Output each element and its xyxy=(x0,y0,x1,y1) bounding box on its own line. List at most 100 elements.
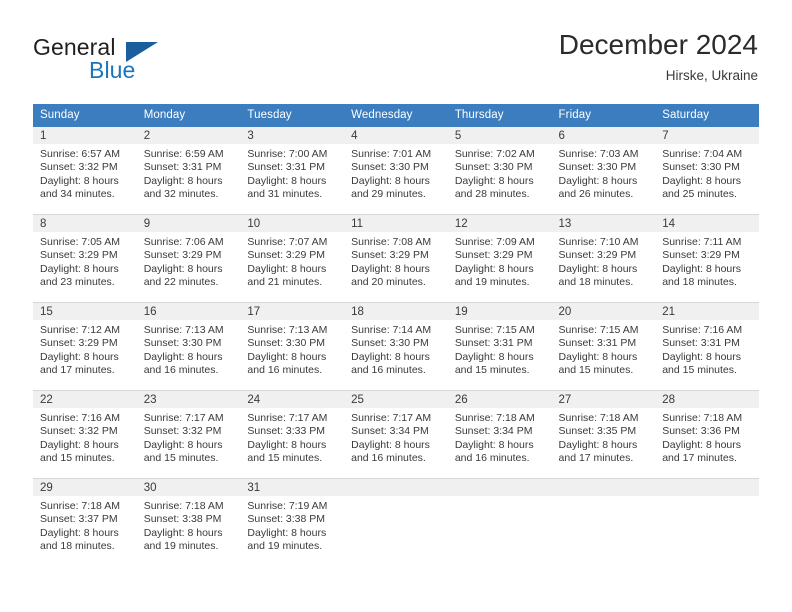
sunset-text: Sunset: 3:35 PM xyxy=(558,425,637,438)
daylight-text-line2: and 17 minutes. xyxy=(662,451,737,464)
day-details: Sunrise: 7:10 AM Sunset: 3:29 PM Daylight:… xyxy=(552,232,656,289)
weekday-header-monday: Monday xyxy=(136,104,241,127)
calendar-day-cell[interactable]: 5 Sunrise: 7:02 AM Sunset: 3:30 PM Daylight… xyxy=(447,127,552,205)
calendar-day-cell[interactable]: 15 Sunrise: 7:12 AM Sunset: 3:29 PM Dayligh… xyxy=(33,302,137,381)
sunset-text: Sunset: 3:29 PM xyxy=(40,249,118,262)
calendar-day-cell[interactable]: 12 Sunrise: 7:09 AM Sunset: 3:29 PM Dayligh… xyxy=(447,214,552,293)
calendar-day-cell[interactable]: 8 Sunrise: 7:05 AM Sunset: 3:29 PM Daylight… xyxy=(33,214,137,293)
daylight-text-line2: and 34 minutes. xyxy=(40,187,115,200)
calendar-day-cell[interactable]: 7 Sunrise: 7:04 AM Sunset: 3:30 PM Daylight… xyxy=(655,127,759,205)
page-title: December 2024 xyxy=(558,29,758,60)
weekday-header-friday: Friday xyxy=(551,104,656,127)
day-details: Sunrise: 7:02 AM Sunset: 3:30 PM Daylight:… xyxy=(448,144,552,201)
day-details: Sunrise: 7:16 AM Sunset: 3:31 PM Daylight:… xyxy=(655,320,759,377)
daylight-text-line2: and 31 minutes. xyxy=(247,187,323,200)
daylight-text-line2: and 28 minutes. xyxy=(454,187,530,200)
daylight-text-line2: and 32 minutes. xyxy=(143,187,219,200)
calendar-day-cell[interactable]: 10 Sunrise: 7:07 AM Sunset: 3:29 PM Dayligh… xyxy=(240,214,345,293)
sunset-text: Sunset: 3:29 PM xyxy=(351,249,429,262)
sunset-text: Sunset: 3:32 PM xyxy=(143,425,222,438)
week-spacer-cell xyxy=(136,293,241,303)
calendar-week-row: 29 Sunrise: 7:18 AM Sunset: 3:37 PM Dayligh… xyxy=(33,478,759,557)
calendar-day-cell[interactable]: 21 Sunrise: 7:16 AM Sunset: 3:31 PM Dayligh… xyxy=(655,302,759,381)
daylight-text-line1: Daylight: 8 hours xyxy=(40,526,119,539)
daylight-text-line1: Daylight: 8 hours xyxy=(40,262,119,275)
calendar-week-row: 15 Sunrise: 7:12 AM Sunset: 3:29 PM Dayligh… xyxy=(33,302,759,381)
calendar-day-cell[interactable]: 11 Sunrise: 7:08 AM Sunset: 3:29 PM Dayligh… xyxy=(344,214,448,293)
daylight-text-line2: and 15 minutes. xyxy=(143,451,219,464)
daylight-text-line2: and 18 minutes. xyxy=(662,275,737,288)
sunrise-text: Sunrise: 7:15 AM xyxy=(454,324,535,336)
calendar-day-cell[interactable]: 31 Sunrise: 7:19 AM Sunset: 3:38 PM Dayligh… xyxy=(240,478,345,557)
daylight-text-line1: Daylight: 8 hours xyxy=(454,438,534,451)
calendar-day-cell[interactable]: 17 Sunrise: 7:13 AM Sunset: 3:30 PM Dayligh… xyxy=(240,302,345,381)
day-details: Sunrise: 7:13 AM Sunset: 3:30 PM Daylight:… xyxy=(137,320,241,377)
daylight-text-line1: Daylight: 8 hours xyxy=(247,350,327,363)
calendar-day-cell[interactable]: 29 Sunrise: 7:18 AM Sunset: 3:37 PM Dayligh… xyxy=(33,478,137,557)
daylight-text-line2: and 18 minutes. xyxy=(558,275,634,288)
daylight-text-line1: Daylight: 8 hours xyxy=(454,350,534,363)
calendar-day-cell[interactable]: 25 Sunrise: 7:17 AM Sunset: 3:34 PM Dayligh… xyxy=(344,390,448,469)
month-calendar-table: Sunday Monday Tuesday Wednesday Thursday… xyxy=(33,104,759,557)
sunrise-text: Sunrise: 7:19 AM xyxy=(247,500,328,512)
calendar-day-cell[interactable]: 27 Sunrise: 7:18 AM Sunset: 3:35 PM Dayligh… xyxy=(551,390,656,469)
week-spacer-cell xyxy=(447,381,552,391)
day-number: 5 xyxy=(447,127,552,144)
daylight-text-line1: Daylight: 8 hours xyxy=(662,174,742,187)
calendar-day-cell[interactable]: 24 Sunrise: 7:17 AM Sunset: 3:33 PM Dayligh… xyxy=(240,390,345,469)
day-details: Sunrise: 7:18 AM Sunset: 3:38 PM Daylight:… xyxy=(137,496,241,553)
calendar-day-cell[interactable]: 30 Sunrise: 7:18 AM Sunset: 3:38 PM Dayligh… xyxy=(136,478,241,557)
daylight-text-line2: and 16 minutes. xyxy=(351,451,426,464)
day-number: 30 xyxy=(136,479,241,496)
calendar-day-cell[interactable]: 16 Sunrise: 7:13 AM Sunset: 3:30 PM Dayligh… xyxy=(136,302,241,381)
sunset-text: Sunset: 3:31 PM xyxy=(247,161,326,174)
day-number: 6 xyxy=(551,127,656,144)
sunrise-text: Sunrise: 7:05 AM xyxy=(40,236,120,248)
daylight-text-line2: and 17 minutes. xyxy=(558,451,634,464)
daylight-text-line1: Daylight: 8 hours xyxy=(247,438,327,451)
day-number xyxy=(344,479,448,496)
calendar-day-cell[interactable]: 14 Sunrise: 7:11 AM Sunset: 3:29 PM Dayligh… xyxy=(655,214,759,293)
calendar-day-cell[interactable]: 1 Sunrise: 6:57 AM Sunset: 3:32 PM Daylight… xyxy=(33,127,137,205)
calendar-day-cell[interactable]: 20 Sunrise: 7:15 AM Sunset: 3:31 PM Dayligh… xyxy=(551,302,656,381)
calendar-day-cell[interactable]: 23 Sunrise: 7:17 AM Sunset: 3:32 PM Dayligh… xyxy=(136,390,241,469)
week-spacer-cell xyxy=(240,469,345,479)
sunrise-text: Sunrise: 7:12 AM xyxy=(40,324,120,336)
calendar-day-cell[interactable]: 13 Sunrise: 7:10 AM Sunset: 3:29 PM Dayligh… xyxy=(551,214,656,293)
daylight-text-line1: Daylight: 8 hours xyxy=(454,174,534,187)
calendar-day-cell[interactable]: 6 Sunrise: 7:03 AM Sunset: 3:30 PM Daylight… xyxy=(551,127,656,205)
day-number: 16 xyxy=(136,303,241,320)
sunrise-text: Sunrise: 7:18 AM xyxy=(40,500,120,512)
calendar-day-cell-empty xyxy=(551,478,656,557)
daylight-text-line2: and 17 minutes. xyxy=(40,363,115,376)
calendar-day-cell[interactable]: 28 Sunrise: 7:18 AM Sunset: 3:36 PM Dayligh… xyxy=(655,390,759,469)
calendar-day-cell[interactable]: 22 Sunrise: 7:16 AM Sunset: 3:32 PM Dayligh… xyxy=(33,390,137,469)
general-blue-logo[interactable]: General Blue xyxy=(33,34,213,90)
week-spacer-cell xyxy=(655,469,759,479)
day-details: Sunrise: 7:09 AM Sunset: 3:29 PM Daylight:… xyxy=(448,232,552,289)
daylight-text-line1: Daylight: 8 hours xyxy=(351,262,430,275)
calendar-day-cell[interactable]: 18 Sunrise: 7:14 AM Sunset: 3:30 PM Dayligh… xyxy=(344,302,448,381)
calendar-day-cell[interactable]: 3 Sunrise: 7:00 AM Sunset: 3:31 PM Daylight… xyxy=(240,127,345,205)
day-number: 8 xyxy=(33,215,137,232)
sunrise-text: Sunrise: 7:14 AM xyxy=(351,324,432,336)
daylight-text-line1: Daylight: 8 hours xyxy=(247,174,327,187)
logo-text-blue: Blue xyxy=(89,57,136,83)
week-spacer-cell xyxy=(240,205,345,215)
week-spacer-cell xyxy=(33,293,137,303)
day-details: Sunrise: 7:03 AM Sunset: 3:30 PM Daylight:… xyxy=(552,144,656,201)
calendar-day-cell[interactable]: 4 Sunrise: 7:01 AM Sunset: 3:30 PM Daylight… xyxy=(344,127,448,205)
sunset-text: Sunset: 3:31 PM xyxy=(143,161,222,174)
day-details: Sunrise: 7:06 AM Sunset: 3:29 PM Daylight:… xyxy=(137,232,241,289)
day-number: 10 xyxy=(240,215,345,232)
calendar-day-cell[interactable]: 19 Sunrise: 7:15 AM Sunset: 3:31 PM Dayligh… xyxy=(447,302,552,381)
calendar-day-cell[interactable]: 26 Sunrise: 7:18 AM Sunset: 3:34 PM Dayligh… xyxy=(447,390,552,469)
calendar-day-cell[interactable]: 2 Sunrise: 6:59 AM Sunset: 3:31 PM Daylight… xyxy=(136,127,241,205)
daylight-text-line1: Daylight: 8 hours xyxy=(143,438,223,451)
sunset-text: Sunset: 3:30 PM xyxy=(558,161,637,174)
daylight-text-line2: and 29 minutes. xyxy=(351,187,426,200)
week-spacer-cell xyxy=(344,205,448,215)
daylight-text-line1: Daylight: 8 hours xyxy=(143,350,223,363)
calendar-day-cell[interactable]: 9 Sunrise: 7:06 AM Sunset: 3:29 PM Daylight… xyxy=(136,214,241,293)
sunset-text: Sunset: 3:30 PM xyxy=(247,337,326,350)
